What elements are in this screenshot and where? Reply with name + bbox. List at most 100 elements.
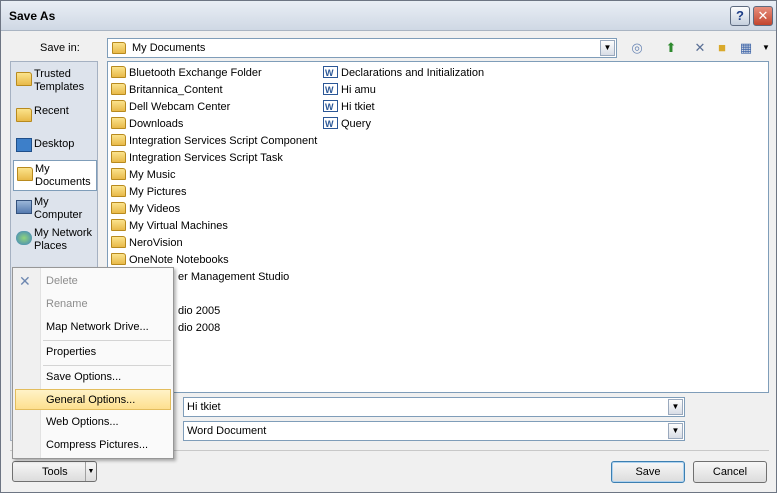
- file-name-value: Hi tkiet: [187, 401, 221, 413]
- file-type-dropdown[interactable]: Word Document ▼: [183, 421, 685, 441]
- menu-item-compress-pictures[interactable]: Compress Pictures...: [15, 435, 171, 456]
- item-label: My Virtual Machines: [129, 220, 228, 232]
- menu-separator: [43, 365, 171, 366]
- tools-label: Tools: [42, 466, 68, 478]
- chevron-down-icon[interactable]: ▼: [668, 423, 683, 439]
- window-title: Save As: [9, 9, 56, 23]
- place-label: Desktop: [34, 138, 75, 150]
- place-label: My Documents: [35, 163, 91, 188]
- item-label: My Music: [129, 169, 176, 181]
- cancel-button[interactable]: Cancel: [693, 461, 767, 483]
- place-desktop[interactable]: Desktop: [13, 132, 97, 162]
- list-item[interactable]: Downloads: [111, 116, 183, 132]
- chevron-down-icon[interactable]: ▼: [85, 462, 96, 481]
- item-label: Integration Services Script Task: [129, 152, 283, 164]
- menu-item-save-options[interactable]: Save Options...: [15, 367, 171, 388]
- list-item[interactable]: My Videos: [111, 201, 180, 217]
- network-icon: [16, 231, 32, 245]
- item-label: My Videos: [129, 203, 181, 215]
- chevron-down-icon[interactable]: ▼: [600, 40, 615, 56]
- menu-item-label: Save Options...: [46, 371, 122, 383]
- menu-item-label: Map Network Drive...: [46, 321, 149, 333]
- file-name-input[interactable]: Hi tkiet ▼: [183, 397, 685, 417]
- save-in-value: My Documents: [132, 42, 206, 54]
- menu-separator: [43, 340, 171, 341]
- save-button[interactable]: Save: [611, 461, 685, 483]
- item-label: Britannica_Content: [129, 84, 223, 96]
- menu-item-delete[interactable]: ✕ Delete: [15, 271, 171, 292]
- list-item[interactable]: My Pictures: [111, 184, 186, 200]
- list-item[interactable]: OneNote Notebooks: [111, 252, 229, 268]
- help-button[interactable]: ?: [730, 6, 750, 26]
- views-dropdown-icon[interactable]: ▼: [757, 39, 775, 57]
- place-label: Trusted Templates: [34, 68, 85, 93]
- folder-icon: [111, 100, 126, 112]
- menu-item-label: General Options...: [46, 394, 136, 406]
- list-item[interactable]: Britannica_Content: [111, 82, 223, 98]
- save-in-label: Save in:: [40, 42, 80, 54]
- documents-icon: [17, 167, 33, 181]
- item-label: Bluetooth Exchange Folder: [129, 67, 262, 79]
- list-item[interactable]: Hi tkiet: [323, 99, 375, 115]
- item-label: Query: [341, 118, 371, 130]
- menu-item-rename[interactable]: Rename: [15, 294, 171, 315]
- close-button[interactable]: ✕: [753, 6, 773, 26]
- folder-icon: [111, 151, 126, 163]
- place-recent[interactable]: Recent: [13, 102, 97, 132]
- list-item[interactable]: Declarations and Initialization: [323, 65, 484, 81]
- folder-icon: [111, 236, 126, 248]
- word-document-icon: [323, 99, 338, 115]
- list-item[interactable]: My Virtual Machines: [111, 218, 228, 234]
- list-item[interactable]: dio 2008: [178, 320, 220, 336]
- back-icon[interactable]: ◎: [628, 39, 646, 57]
- place-my-network-places[interactable]: My Network Places: [13, 225, 97, 255]
- list-item[interactable]: Integration Services Script Component: [111, 133, 317, 149]
- delete-icon: ✕: [19, 273, 31, 289]
- list-item[interactable]: Query: [323, 116, 371, 132]
- chevron-down-icon[interactable]: ▼: [668, 399, 683, 415]
- tools-menu: ✕ Delete Rename Map Network Drive... Pro…: [12, 267, 174, 459]
- place-label: My Network Places: [34, 227, 93, 252]
- item-label: Dell Webcam Center: [129, 101, 231, 113]
- place-my-documents[interactable]: My Documents: [13, 160, 97, 191]
- word-document-icon: [323, 65, 338, 81]
- place-label: Recent: [34, 105, 69, 117]
- place-trusted-templates[interactable]: Trusted Templates: [13, 66, 97, 96]
- menu-item-label: Web Options...: [46, 416, 119, 428]
- up-folder-icon[interactable]: ⬆: [662, 39, 680, 57]
- item-label: dio 2008: [178, 322, 221, 334]
- place-my-computer[interactable]: My Computer: [13, 194, 97, 224]
- save-in-dropdown[interactable]: My Documents ▼: [107, 38, 617, 58]
- list-item[interactable]: Dell Webcam Center: [111, 99, 230, 115]
- item-label: Declarations and Initialization: [341, 67, 485, 79]
- file-type-value: Word Document: [187, 425, 267, 437]
- list-item[interactable]: NeroVision: [111, 235, 183, 251]
- folder-icon: [16, 72, 32, 86]
- title-bar: Save As ? ✕: [1, 1, 776, 31]
- item-label: Hi amu: [341, 84, 376, 96]
- tools-button[interactable]: Tools ▼: [12, 461, 97, 482]
- list-item[interactable]: Bluetooth Exchange Folder: [111, 65, 262, 81]
- menu-item-web-options[interactable]: Web Options...: [15, 412, 171, 433]
- menu-item-general-options[interactable]: General Options...: [15, 389, 171, 410]
- list-item[interactable]: My Music: [111, 167, 175, 183]
- save-as-dialog: Save As ? ✕ Save in: My Documents ▼ ◎ ⬆ …: [0, 0, 777, 493]
- delete-icon[interactable]: ✕: [691, 39, 709, 57]
- new-folder-icon[interactable]: ■: [713, 39, 731, 57]
- menu-item-properties[interactable]: Properties: [15, 342, 171, 363]
- menu-item-map-network-drive[interactable]: Map Network Drive...: [15, 317, 171, 338]
- word-document-icon: [323, 82, 338, 98]
- folder-icon: [112, 42, 126, 54]
- list-item[interactable]: Hi amu: [323, 82, 376, 98]
- item-label: Integration Services Script Component: [129, 135, 318, 147]
- menu-item-label: Compress Pictures...: [46, 439, 149, 451]
- recent-folder-icon: [16, 108, 32, 122]
- item-label: Hi tkiet: [341, 101, 375, 113]
- views-icon[interactable]: ▦: [737, 39, 755, 57]
- computer-icon: [16, 200, 32, 214]
- item-label: Downloads: [129, 118, 184, 130]
- list-item[interactable]: dio 2005: [178, 303, 220, 319]
- list-item[interactable]: er Management Studio: [178, 269, 289, 285]
- folder-icon: [111, 202, 126, 214]
- list-item[interactable]: Integration Services Script Task: [111, 150, 283, 166]
